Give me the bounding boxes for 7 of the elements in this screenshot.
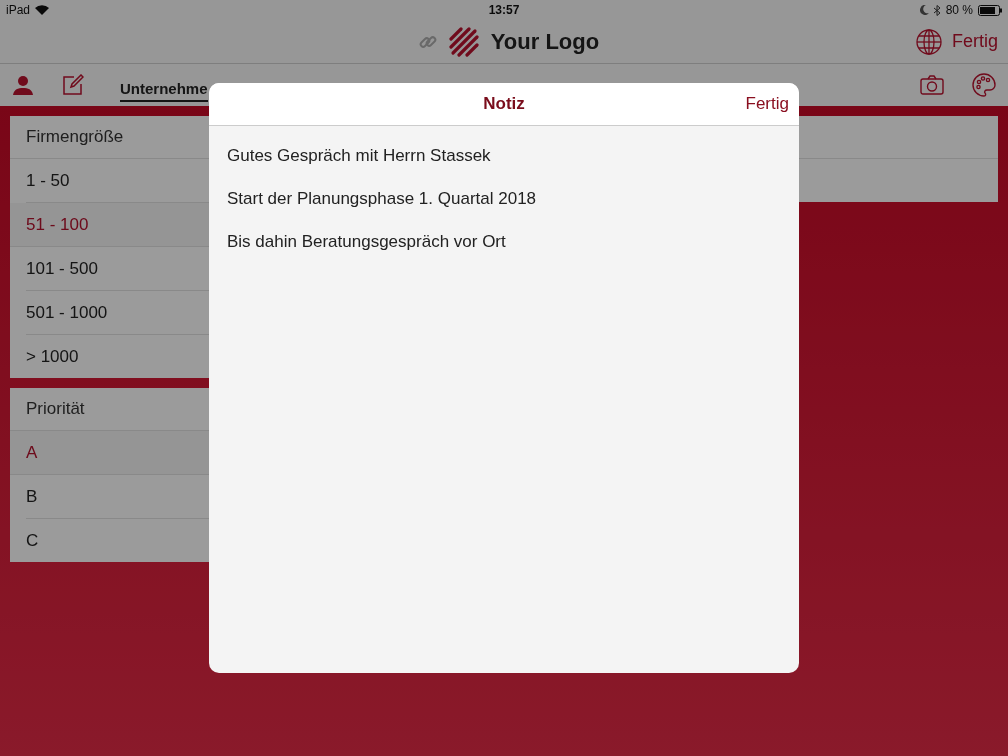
battery-percent: 80 % (945, 3, 973, 17)
logo-text: Your Logo (490, 28, 600, 55)
note-line: Bis dahin Beratungsgespräch vor Ort (227, 231, 507, 253)
dialog-title: Notiz (483, 94, 525, 114)
clock-time: 13:57 (488, 3, 520, 17)
device-name: iPad (6, 3, 31, 17)
note-line: Start der Planungsphase 1. Quartal 2018 (227, 188, 538, 210)
